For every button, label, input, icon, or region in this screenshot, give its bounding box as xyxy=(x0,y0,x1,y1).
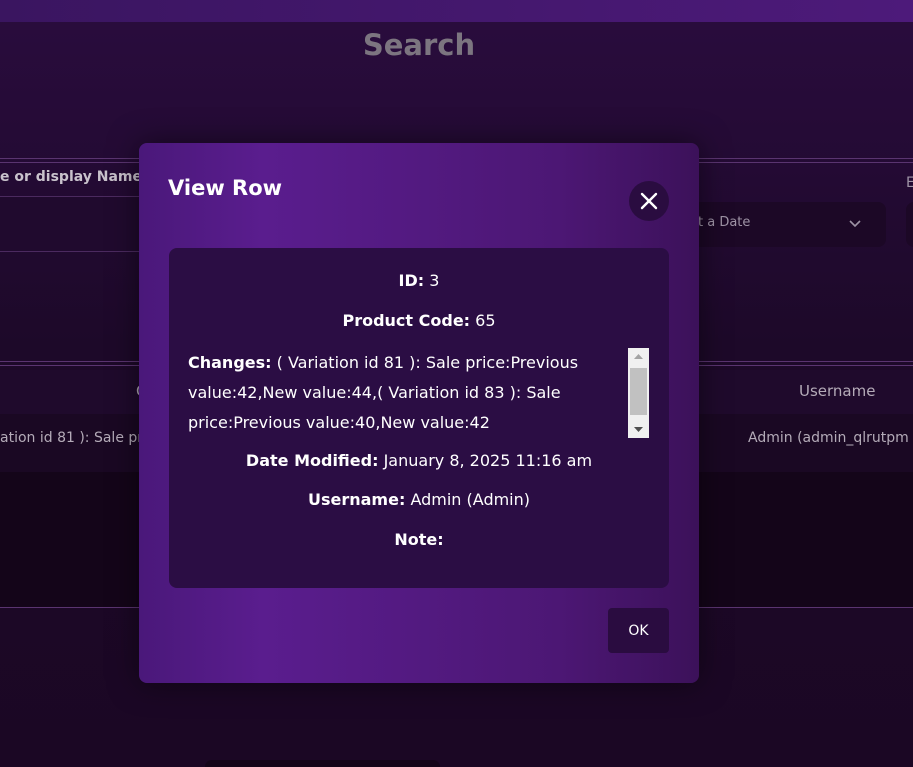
view-row-modal: View Row ID: 3 Product Code: 65 Changes:… xyxy=(139,143,699,683)
scroll-down-arrow-icon[interactable] xyxy=(628,421,649,438)
date-modified-value: January 8, 2025 11:16 am xyxy=(383,451,593,470)
detail-product-code: Product Code: 65 xyxy=(169,311,669,330)
username-label: Username: xyxy=(307,490,406,509)
end-date-label: E xyxy=(906,175,913,191)
table-cell-username: Admin (admin_qlrutpm xyxy=(748,430,909,446)
ok-button[interactable]: OK xyxy=(608,608,669,653)
column-header-username: Username xyxy=(799,382,876,400)
vertical-scrollbar[interactable] xyxy=(628,348,649,438)
detail-username: Username: Admin (Admin) xyxy=(169,490,669,509)
name-search-input[interactable] xyxy=(0,196,140,252)
id-value: 3 xyxy=(429,271,440,290)
detail-id: ID: 3 xyxy=(169,271,669,290)
detail-date-modified: Date Modified: January 8, 2025 11:16 am xyxy=(169,451,669,470)
product-code-label: Product Code: xyxy=(342,311,471,330)
end-date-select[interactable] xyxy=(906,202,913,247)
chevron-down-icon xyxy=(849,220,861,228)
id-label: ID: xyxy=(398,271,425,290)
changes-scroll-area[interactable]: Changes: ( Variation id 81 ): Sale price… xyxy=(188,348,650,438)
detail-changes: Changes: ( Variation id 81 ): Sale price… xyxy=(188,348,618,438)
table-cell-changes: ation id 81 ): Sale price:Previous value… xyxy=(0,430,140,446)
scroll-up-arrow-icon[interactable] xyxy=(628,348,649,365)
note-label: Note: xyxy=(394,530,444,549)
modal-title: View Row xyxy=(168,176,283,200)
close-button[interactable] xyxy=(629,181,669,221)
scrollbar-thumb[interactable] xyxy=(630,368,647,415)
top-bar xyxy=(0,0,913,22)
close-icon xyxy=(640,192,658,210)
bottom-button[interactable] xyxy=(205,760,440,767)
page-title: Search xyxy=(362,28,476,62)
username-value: Admin (Admin) xyxy=(410,490,531,509)
detail-note: Note: xyxy=(169,530,669,549)
name-field-label: e or display Name: xyxy=(0,169,148,185)
date-select-placeholder: t a Date xyxy=(698,215,751,230)
changes-label: Changes: xyxy=(188,353,272,372)
row-details-box: ID: 3 Product Code: 65 Changes: ( Variat… xyxy=(169,248,669,588)
product-code-value: 65 xyxy=(475,311,496,330)
date-modified-label: Date Modified: xyxy=(245,451,379,470)
